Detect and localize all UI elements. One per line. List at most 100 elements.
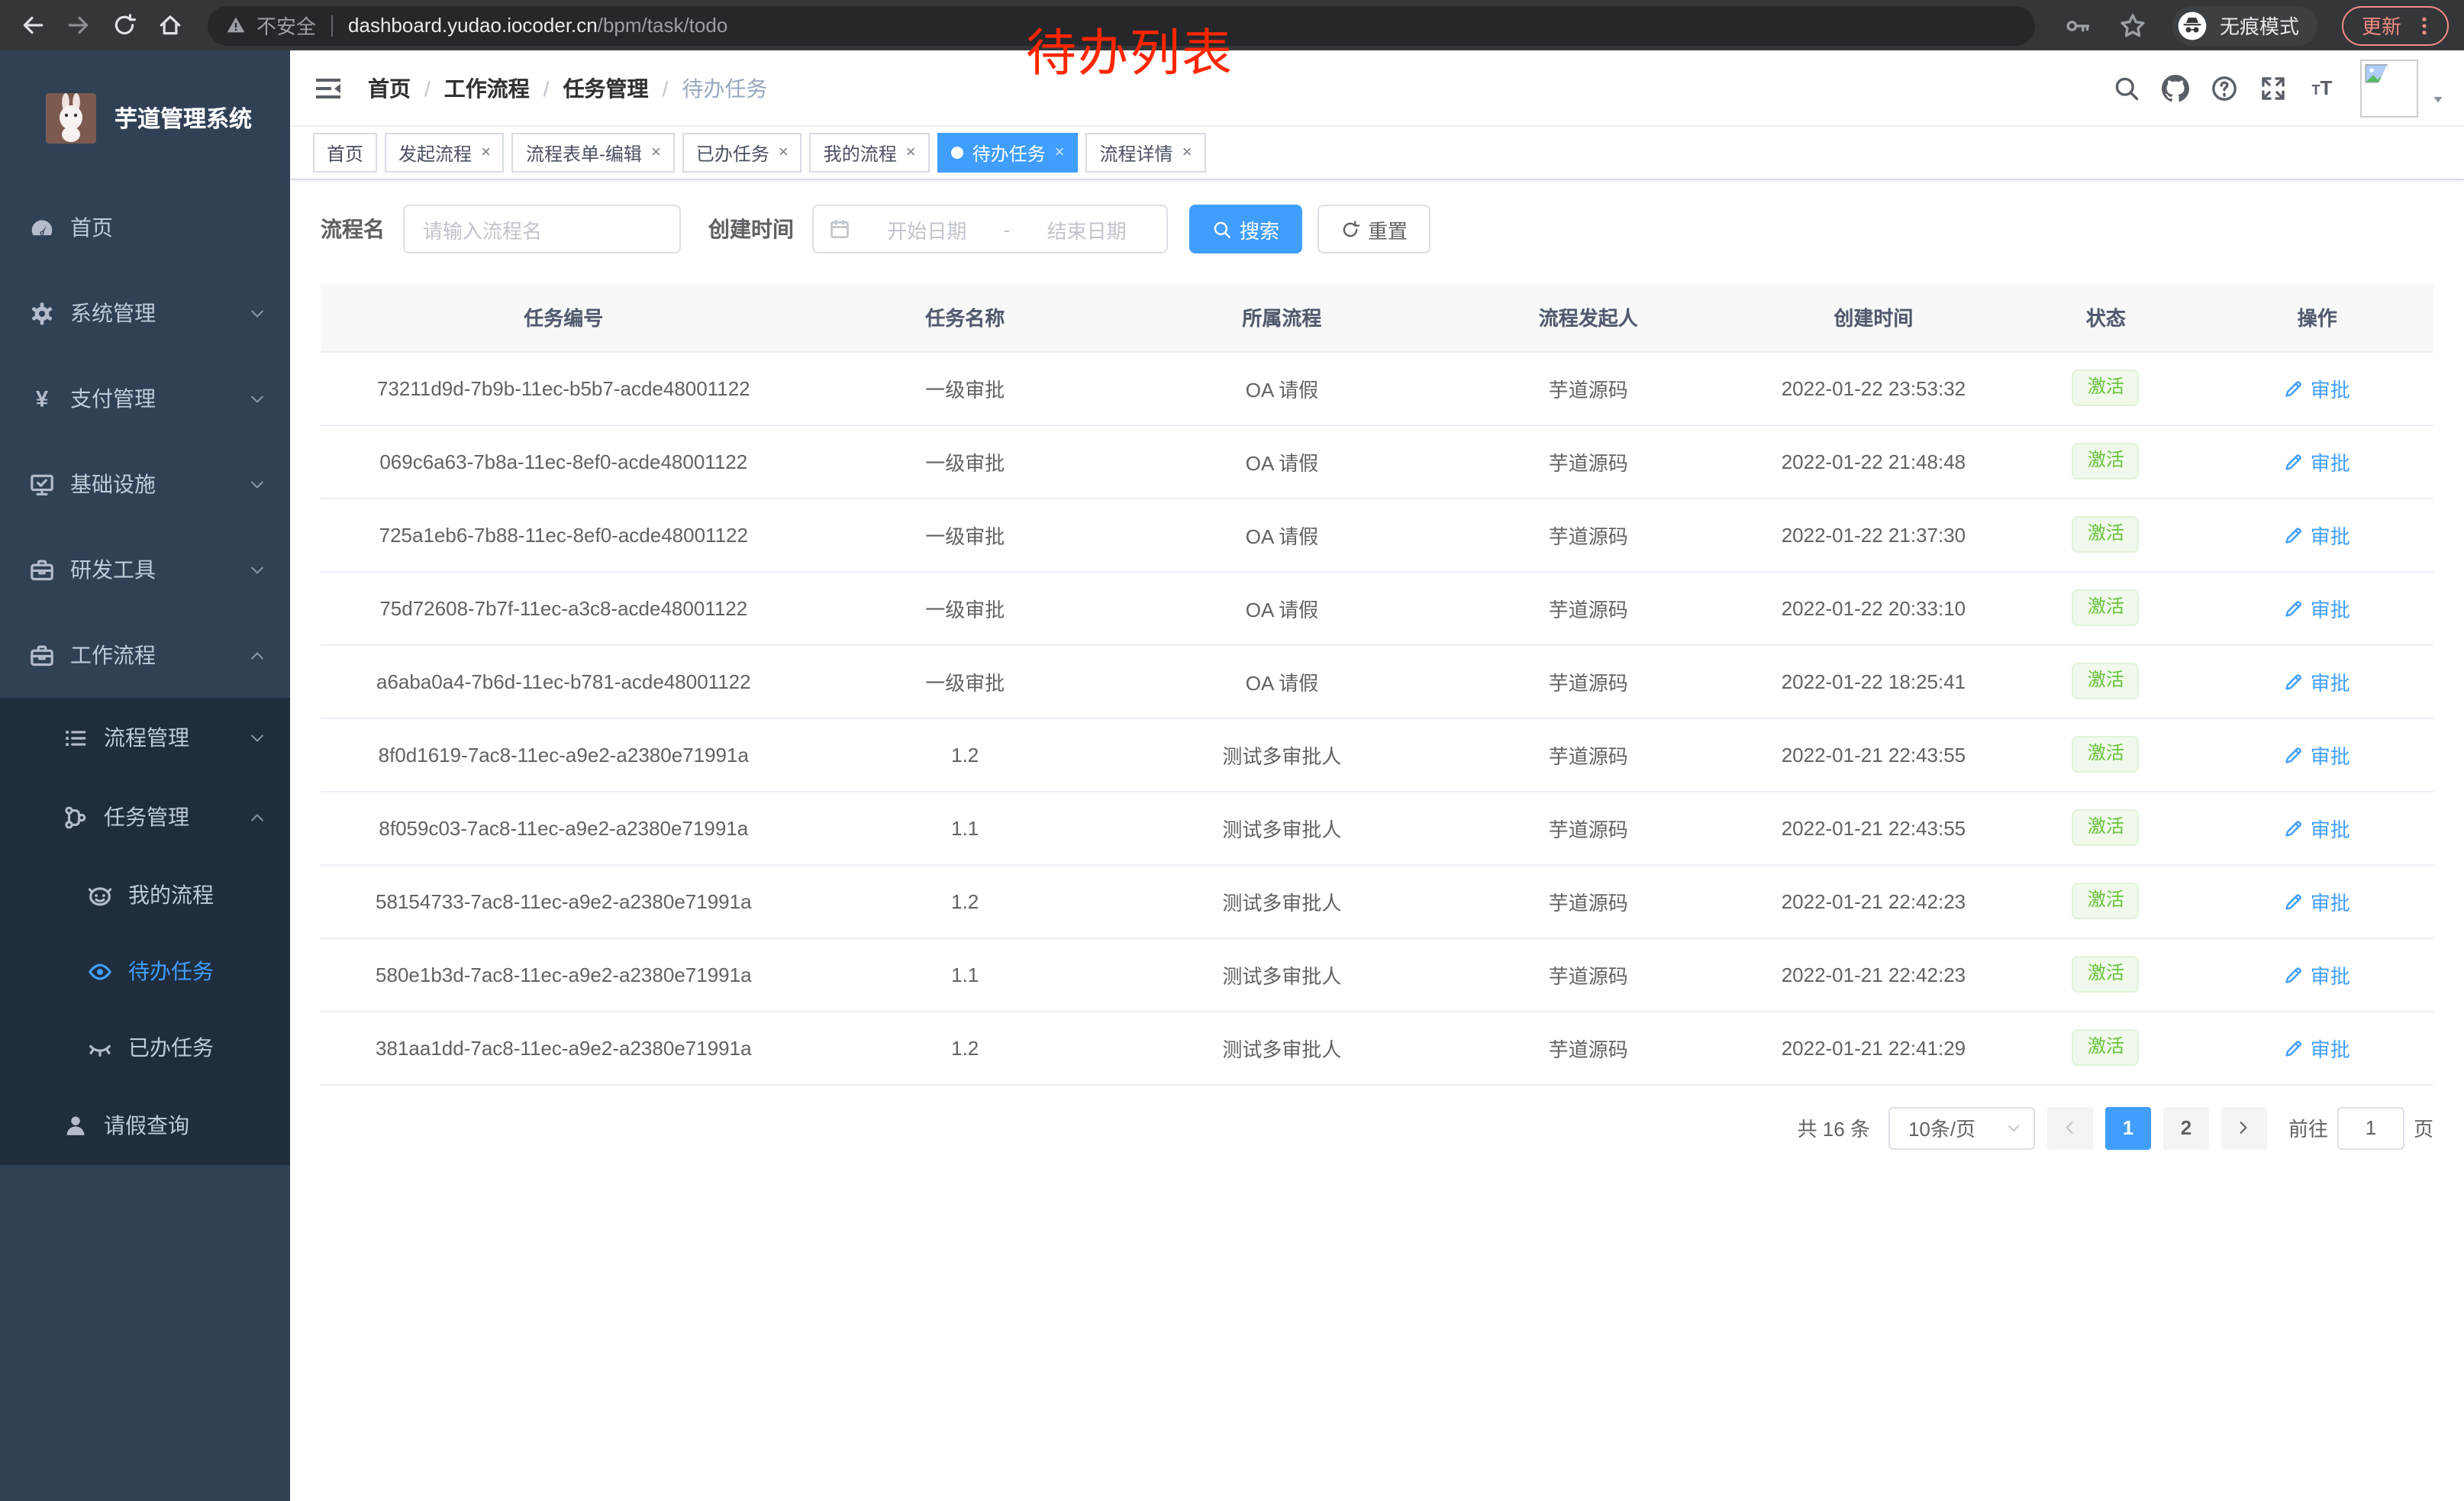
search-button[interactable]: 搜索 (1189, 205, 1302, 253)
tab-close-icon[interactable]: × (906, 144, 916, 161)
breadcrumb-item-2[interactable]: 任务管理 (563, 73, 649, 103)
font-size-button[interactable]: TT (2299, 65, 2345, 111)
tab-done-task[interactable]: 已办任务× (682, 133, 802, 173)
app-title: 芋道管理系统 (114, 102, 252, 134)
sidebar-item-leave-query[interactable]: 请假查询 (0, 1086, 290, 1165)
sidebar-item-my-process[interactable]: 我的流程 (0, 857, 290, 933)
prev-page-button[interactable] (2047, 1106, 2093, 1149)
tab-todo-task[interactable]: 待办任务× (937, 133, 1079, 173)
approve-button[interactable]: 审批 (2285, 447, 2350, 476)
approve-button[interactable]: 审批 (2285, 886, 2350, 915)
help-icon (2211, 74, 2238, 102)
tab-close-icon[interactable]: × (651, 144, 661, 161)
tab-close-icon[interactable]: × (779, 144, 789, 161)
cell-process: OA 请假 (1124, 351, 1440, 424)
tab-form-edit[interactable]: 流程表单-编辑× (512, 133, 675, 173)
tab-my-process[interactable]: 我的流程× (810, 133, 930, 173)
page-button-1[interactable]: 1 (2105, 1106, 2151, 1149)
table-row: 069c6a63-7b8a-11ec-8ef0-acde48001122一级审批… (321, 424, 2433, 498)
breadcrumb-item-1[interactable]: 工作流程 (444, 73, 530, 103)
page-size-select[interactable]: 10条/页 (1888, 1106, 2035, 1149)
sidebar-item-todo-task[interactable]: 待办任务 (0, 933, 290, 1009)
sidebar-item-label: 我的流程 (128, 880, 214, 910)
sidebar-item-workflow[interactable]: 工作流程 (0, 612, 290, 698)
update-label: 更新 (2362, 11, 2401, 40)
process-name-placeholder: 请输入流程名 (423, 215, 542, 244)
url-separator (331, 15, 333, 36)
browser-home-button[interactable] (150, 5, 189, 45)
user-avatar[interactable] (2360, 59, 2418, 117)
help-button[interactable] (2201, 65, 2247, 111)
pencil-icon (2285, 818, 2304, 838)
approve-button[interactable]: 审批 (2285, 1033, 2350, 1062)
chevron-up-icon (249, 647, 266, 663)
sidebar-item-payment[interactable]: ¥支付管理 (0, 356, 290, 441)
status-badge: 激活 (2072, 1029, 2140, 1065)
pencil-icon (2285, 1038, 2304, 1057)
active-tab-dot (951, 147, 963, 159)
sidebar-item-task-mgmt[interactable]: 任务管理 (0, 777, 290, 857)
sidebar-item-infra[interactable]: 基础设施 (0, 441, 290, 527)
toolbox-icon (29, 642, 55, 668)
cell-name: 一级审批 (807, 351, 1124, 424)
browser-menu-icon[interactable] (2414, 15, 2435, 36)
fullscreen-button[interactable] (2250, 65, 2296, 111)
approve-button[interactable]: 审批 (2285, 813, 2350, 842)
process-name-input[interactable]: 请输入流程名 (403, 205, 681, 253)
browser-update-button[interactable]: 更新 (2342, 5, 2449, 45)
table-row: 381aa1dd-7ac8-11ec-a9e2-a2380e71991a1.2测… (321, 1011, 2433, 1084)
todo-list-annotation: 待办列表 (1026, 12, 1234, 86)
bookmark-star-icon[interactable] (2119, 11, 2146, 39)
reset-button[interactable]: 重置 (1317, 205, 1430, 253)
browser-back-button[interactable] (12, 5, 52, 45)
create-time-range-picker[interactable]: 开始日期 - 结束日期 (812, 205, 1168, 253)
sidebar-item-home[interactable]: 首页 (0, 185, 290, 270)
approve-button[interactable]: 审批 (2285, 373, 2350, 402)
chevron-left-icon (2062, 1119, 2079, 1136)
cell-created: 2022-01-22 23:53:32 (1737, 351, 2011, 424)
approve-label: 审批 (2311, 520, 2350, 549)
sidebar-collapse-icon[interactable] (313, 73, 343, 103)
cell-status: 激活 (2011, 791, 2201, 864)
sidebar-item-label: 基础设施 (70, 469, 156, 499)
header-search-button[interactable] (2104, 65, 2150, 111)
github-link[interactable] (2153, 65, 2198, 111)
approve-button[interactable]: 审批 (2285, 520, 2350, 549)
tab-close-icon[interactable]: × (1182, 144, 1192, 161)
approve-button[interactable]: 审批 (2285, 960, 2350, 989)
password-key-icon[interactable] (2064, 11, 2091, 39)
eye-icon (87, 958, 113, 984)
tab-close-icon[interactable]: × (481, 144, 491, 161)
approve-label: 审批 (2311, 813, 2350, 842)
browser-reload-button[interactable] (104, 5, 144, 45)
page-button-2[interactable]: 2 (2163, 1106, 2209, 1149)
tab-home[interactable]: 首页 (313, 133, 377, 173)
cell-created: 2022-01-22 18:25:41 (1737, 644, 2011, 718)
breadcrumb-item-0[interactable]: 首页 (368, 73, 411, 103)
incognito-badge: 无痕模式 (2172, 5, 2317, 45)
cell-process: OA 请假 (1124, 644, 1440, 718)
page-numbers: 12 (2105, 1106, 2209, 1149)
sidebar-item-label: 待办任务 (128, 956, 214, 986)
tab-start-process[interactable]: 发起流程× (385, 133, 505, 173)
next-page-button[interactable] (2221, 1106, 2267, 1149)
goto-page: 前往 1 页 (2288, 1106, 2433, 1149)
cell-action: 审批 (2201, 351, 2433, 424)
avatar-caret-icon[interactable] (2430, 91, 2446, 106)
approve-button[interactable]: 审批 (2285, 740, 2350, 769)
sidebar-item-done-task[interactable]: 已办任务 (0, 1009, 290, 1086)
tab-close-icon[interactable]: × (1055, 144, 1065, 161)
sidebar-item-process-mgmt[interactable]: 流程管理 (0, 698, 290, 777)
goto-page-input[interactable]: 1 (2337, 1106, 2404, 1149)
tab-process-detail[interactable]: 流程详情× (1086, 133, 1206, 173)
cell-id: 58154733-7ac8-11ec-a9e2-a2380e71991a (321, 864, 807, 938)
sidebar-item-system[interactable]: 系统管理 (0, 270, 290, 356)
cell-process: 测试多审批人 (1124, 864, 1440, 938)
cell-name: 1.1 (807, 791, 1124, 864)
approve-button[interactable]: 审批 (2285, 667, 2350, 696)
cell-name: 一级审批 (807, 424, 1124, 498)
browser-forward-button[interactable] (58, 5, 98, 45)
sidebar-item-devtools[interactable]: 研发工具 (0, 527, 290, 612)
search-icon (2113, 74, 2140, 102)
approve-button[interactable]: 审批 (2285, 593, 2350, 622)
